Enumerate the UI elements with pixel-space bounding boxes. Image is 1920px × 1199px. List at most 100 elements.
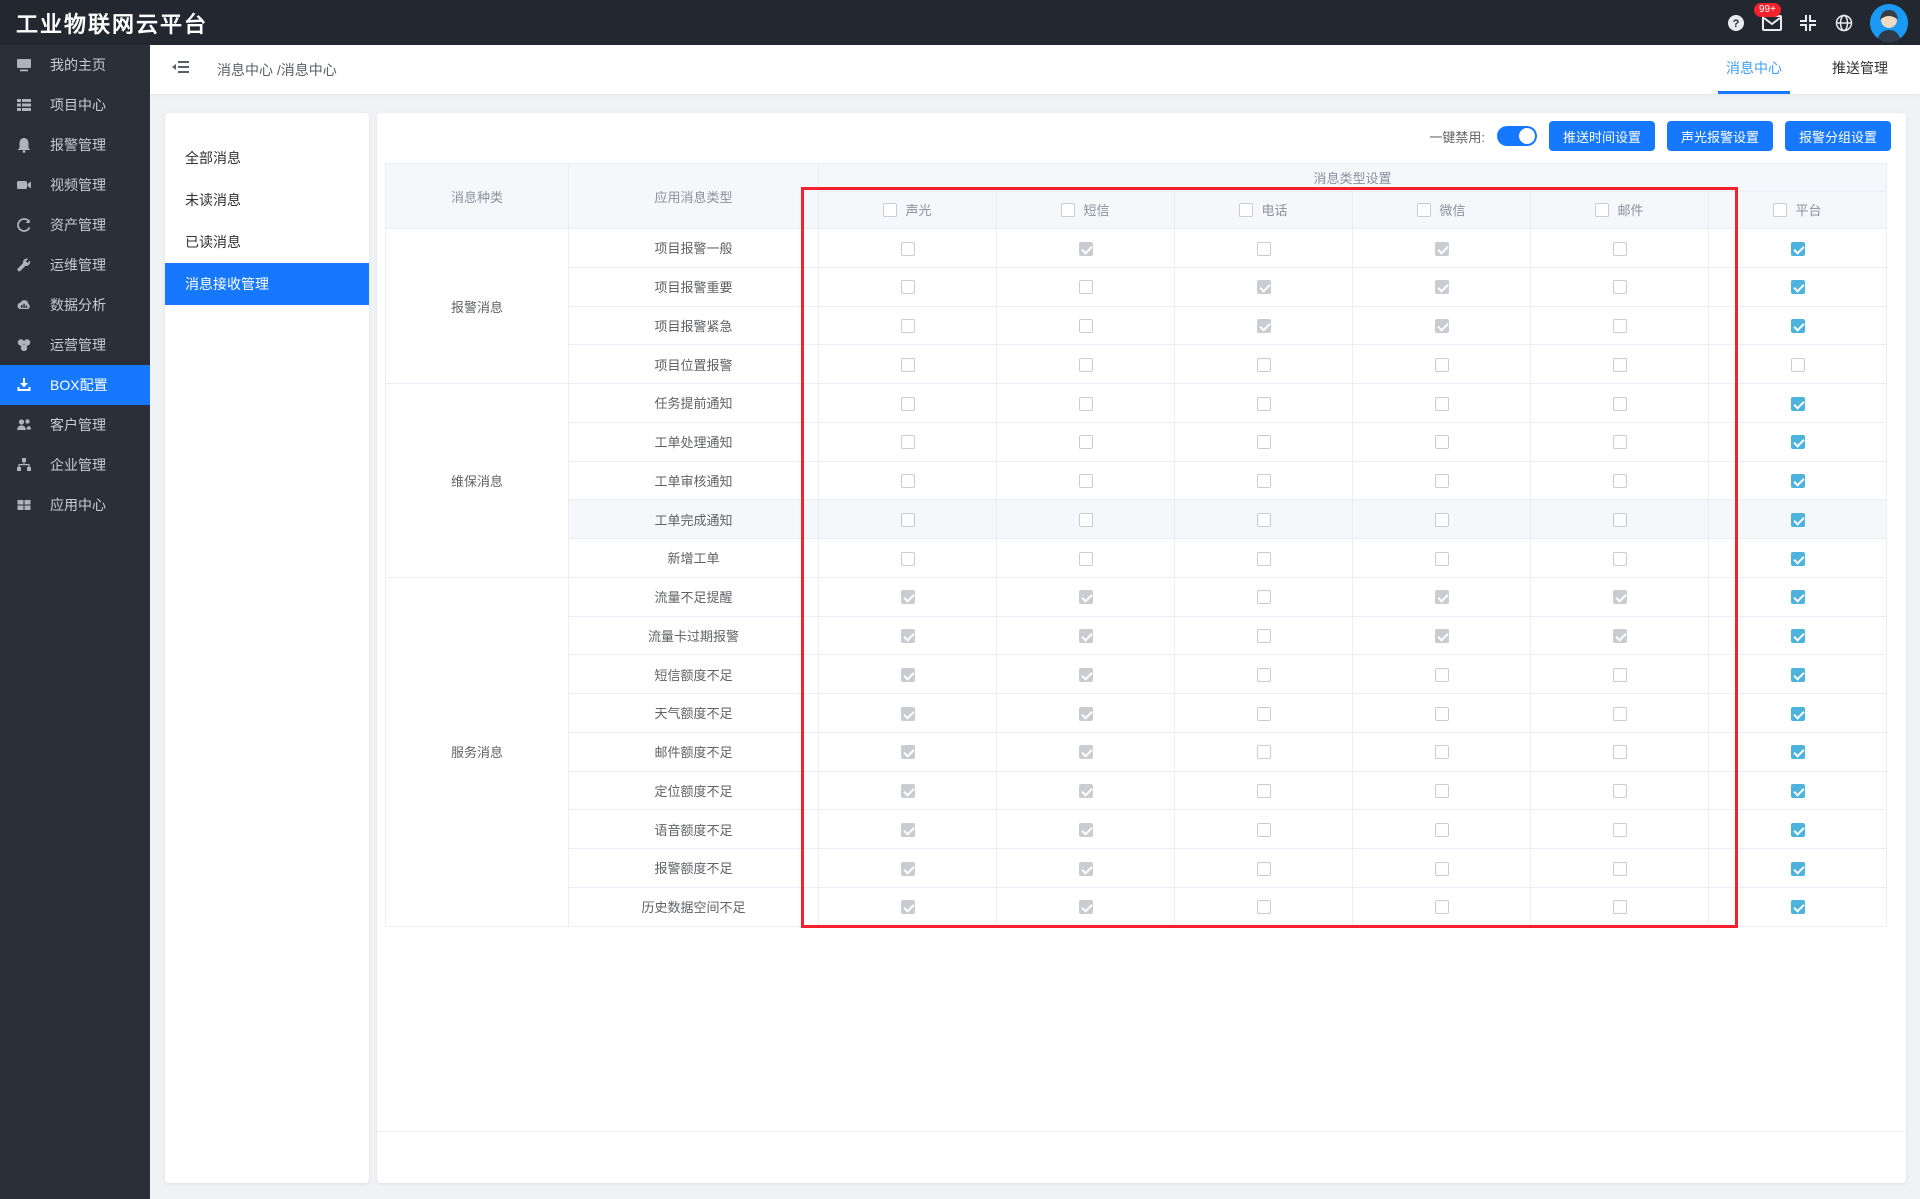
checkbox-unchecked[interactable] (900, 357, 915, 372)
mail-icon[interactable]: 99+ (1754, 2, 1782, 33)
toolbar-button-3[interactable]: 报警分组设置 (1784, 121, 1891, 151)
checkbox-unchecked[interactable] (1434, 706, 1449, 721)
checkbox-unchecked[interactable] (1434, 667, 1449, 682)
checkbox-unchecked[interactable] (1612, 667, 1627, 682)
checkbox-unchecked[interactable] (1612, 900, 1627, 915)
checkbox-unchecked[interactable] (1078, 280, 1093, 295)
sidebar-item-7[interactable]: 数据分析 (0, 285, 150, 325)
checkbox-unchecked[interactable] (900, 551, 915, 566)
checkbox-unchecked[interactable] (1612, 512, 1627, 527)
checkbox-unchecked[interactable] (1256, 357, 1271, 372)
checkbox-unchecked[interactable] (900, 280, 915, 295)
checkbox-unchecked[interactable] (1612, 706, 1627, 721)
sidebar-item-12[interactable]: 应用中心 (0, 485, 150, 525)
checkbox-checked-disabled[interactable] (1256, 319, 1271, 334)
checkbox-checked[interactable] (1790, 861, 1805, 876)
checkbox-checked-disabled[interactable] (900, 861, 915, 876)
checkbox-checked-disabled[interactable] (1434, 629, 1449, 644)
checkbox-unchecked[interactable] (1790, 357, 1805, 372)
checkbox-checked-disabled[interactable] (1078, 745, 1093, 760)
message-menu-item-3[interactable]: 已读消息 (165, 221, 369, 263)
checkbox-checked-disabled[interactable] (1078, 629, 1093, 644)
checkbox-unchecked[interactable] (1256, 861, 1271, 876)
checkbox-checked-disabled[interactable] (900, 629, 915, 644)
checkbox-unchecked[interactable] (1595, 202, 1610, 217)
checkbox-unchecked[interactable] (1434, 396, 1449, 411)
checkbox-unchecked[interactable] (1256, 512, 1271, 527)
checkbox-checked-disabled[interactable] (1434, 590, 1449, 605)
checkbox-unchecked[interactable] (1256, 551, 1271, 566)
checkbox-unchecked[interactable] (1078, 396, 1093, 411)
checkbox-unchecked[interactable] (1434, 435, 1449, 450)
checkbox-checked[interactable] (1790, 241, 1805, 256)
checkbox-checked-disabled[interactable] (1078, 590, 1093, 605)
checkbox-unchecked[interactable] (1256, 396, 1271, 411)
checkbox-checked-disabled[interactable] (1078, 784, 1093, 799)
checkbox-unchecked[interactable] (1434, 900, 1449, 915)
checkbox-unchecked[interactable] (1773, 202, 1788, 217)
checkbox-checked-disabled[interactable] (900, 745, 915, 760)
checkbox-checked-disabled[interactable] (900, 590, 915, 605)
checkbox-unchecked[interactable] (1612, 396, 1627, 411)
checkbox-checked-disabled[interactable] (900, 900, 915, 915)
menu-fold-icon[interactable] (172, 60, 189, 79)
checkbox-unchecked[interactable] (1417, 202, 1432, 217)
checkbox-unchecked[interactable] (1612, 474, 1627, 489)
sidebar-item-8[interactable]: 运营管理 (0, 325, 150, 365)
checkbox-unchecked[interactable] (1078, 551, 1093, 566)
globe-icon[interactable] (1834, 13, 1854, 33)
checkbox-checked[interactable] (1790, 706, 1805, 721)
checkbox-unchecked[interactable] (1612, 784, 1627, 799)
checkbox-checked[interactable] (1790, 822, 1805, 837)
checkbox-unchecked[interactable] (900, 396, 915, 411)
checkbox-unchecked[interactable] (1434, 512, 1449, 527)
disable-all-toggle[interactable] (1496, 126, 1537, 146)
checkbox-unchecked[interactable] (1256, 241, 1271, 256)
checkbox-unchecked[interactable] (1612, 357, 1627, 372)
checkbox-unchecked[interactable] (1612, 822, 1627, 837)
checkbox-checked[interactable] (1790, 784, 1805, 799)
checkbox-unchecked[interactable] (900, 474, 915, 489)
checkbox-unchecked[interactable] (1078, 512, 1093, 527)
checkbox-unchecked[interactable] (1078, 319, 1093, 334)
checkbox-unchecked[interactable] (1256, 590, 1271, 605)
checkbox-unchecked[interactable] (900, 319, 915, 334)
checkbox-checked[interactable] (1790, 474, 1805, 489)
checkbox-unchecked[interactable] (1612, 319, 1627, 334)
checkbox-checked-disabled[interactable] (900, 822, 915, 837)
checkbox-unchecked[interactable] (1256, 629, 1271, 644)
checkbox-unchecked[interactable] (1256, 745, 1271, 760)
sidebar-item-1[interactable]: 我的主页 (0, 45, 150, 85)
checkbox-checked[interactable] (1790, 435, 1805, 450)
checkbox-checked[interactable] (1790, 280, 1805, 295)
message-menu-item-1[interactable]: 全部消息 (165, 137, 369, 179)
checkbox-checked-disabled[interactable] (1078, 900, 1093, 915)
checkbox-checked[interactable] (1790, 396, 1805, 411)
checkbox-checked-disabled[interactable] (1434, 241, 1449, 256)
checkbox-checked-disabled[interactable] (1078, 706, 1093, 721)
sidebar-item-6[interactable]: 运维管理 (0, 245, 150, 285)
checkbox-checked[interactable] (1790, 900, 1805, 915)
checkbox-unchecked[interactable] (900, 512, 915, 527)
checkbox-unchecked[interactable] (883, 202, 898, 217)
checkbox-checked-disabled[interactable] (900, 667, 915, 682)
sidebar-item-9[interactable]: BOX配置 (0, 365, 150, 405)
checkbox-unchecked[interactable] (1612, 861, 1627, 876)
checkbox-unchecked[interactable] (1434, 551, 1449, 566)
checkbox-unchecked[interactable] (1612, 280, 1627, 295)
checkbox-unchecked[interactable] (1256, 822, 1271, 837)
sidebar-item-11[interactable]: 企业管理 (0, 445, 150, 485)
checkbox-unchecked[interactable] (1078, 357, 1093, 372)
checkbox-unchecked[interactable] (1078, 474, 1093, 489)
sidebar-item-5[interactable]: 资产管理 (0, 205, 150, 245)
compress-icon[interactable] (1798, 13, 1818, 33)
tab-1[interactable]: 消息中心 (1718, 45, 1790, 94)
checkbox-checked-disabled[interactable] (1078, 241, 1093, 256)
sidebar-item-2[interactable]: 项目中心 (0, 85, 150, 125)
checkbox-unchecked[interactable] (1256, 474, 1271, 489)
checkbox-checked-disabled[interactable] (1434, 319, 1449, 334)
checkbox-unchecked[interactable] (1612, 435, 1627, 450)
checkbox-checked-disabled[interactable] (900, 784, 915, 799)
checkbox-unchecked[interactable] (1434, 357, 1449, 372)
checkbox-checked[interactable] (1790, 319, 1805, 334)
